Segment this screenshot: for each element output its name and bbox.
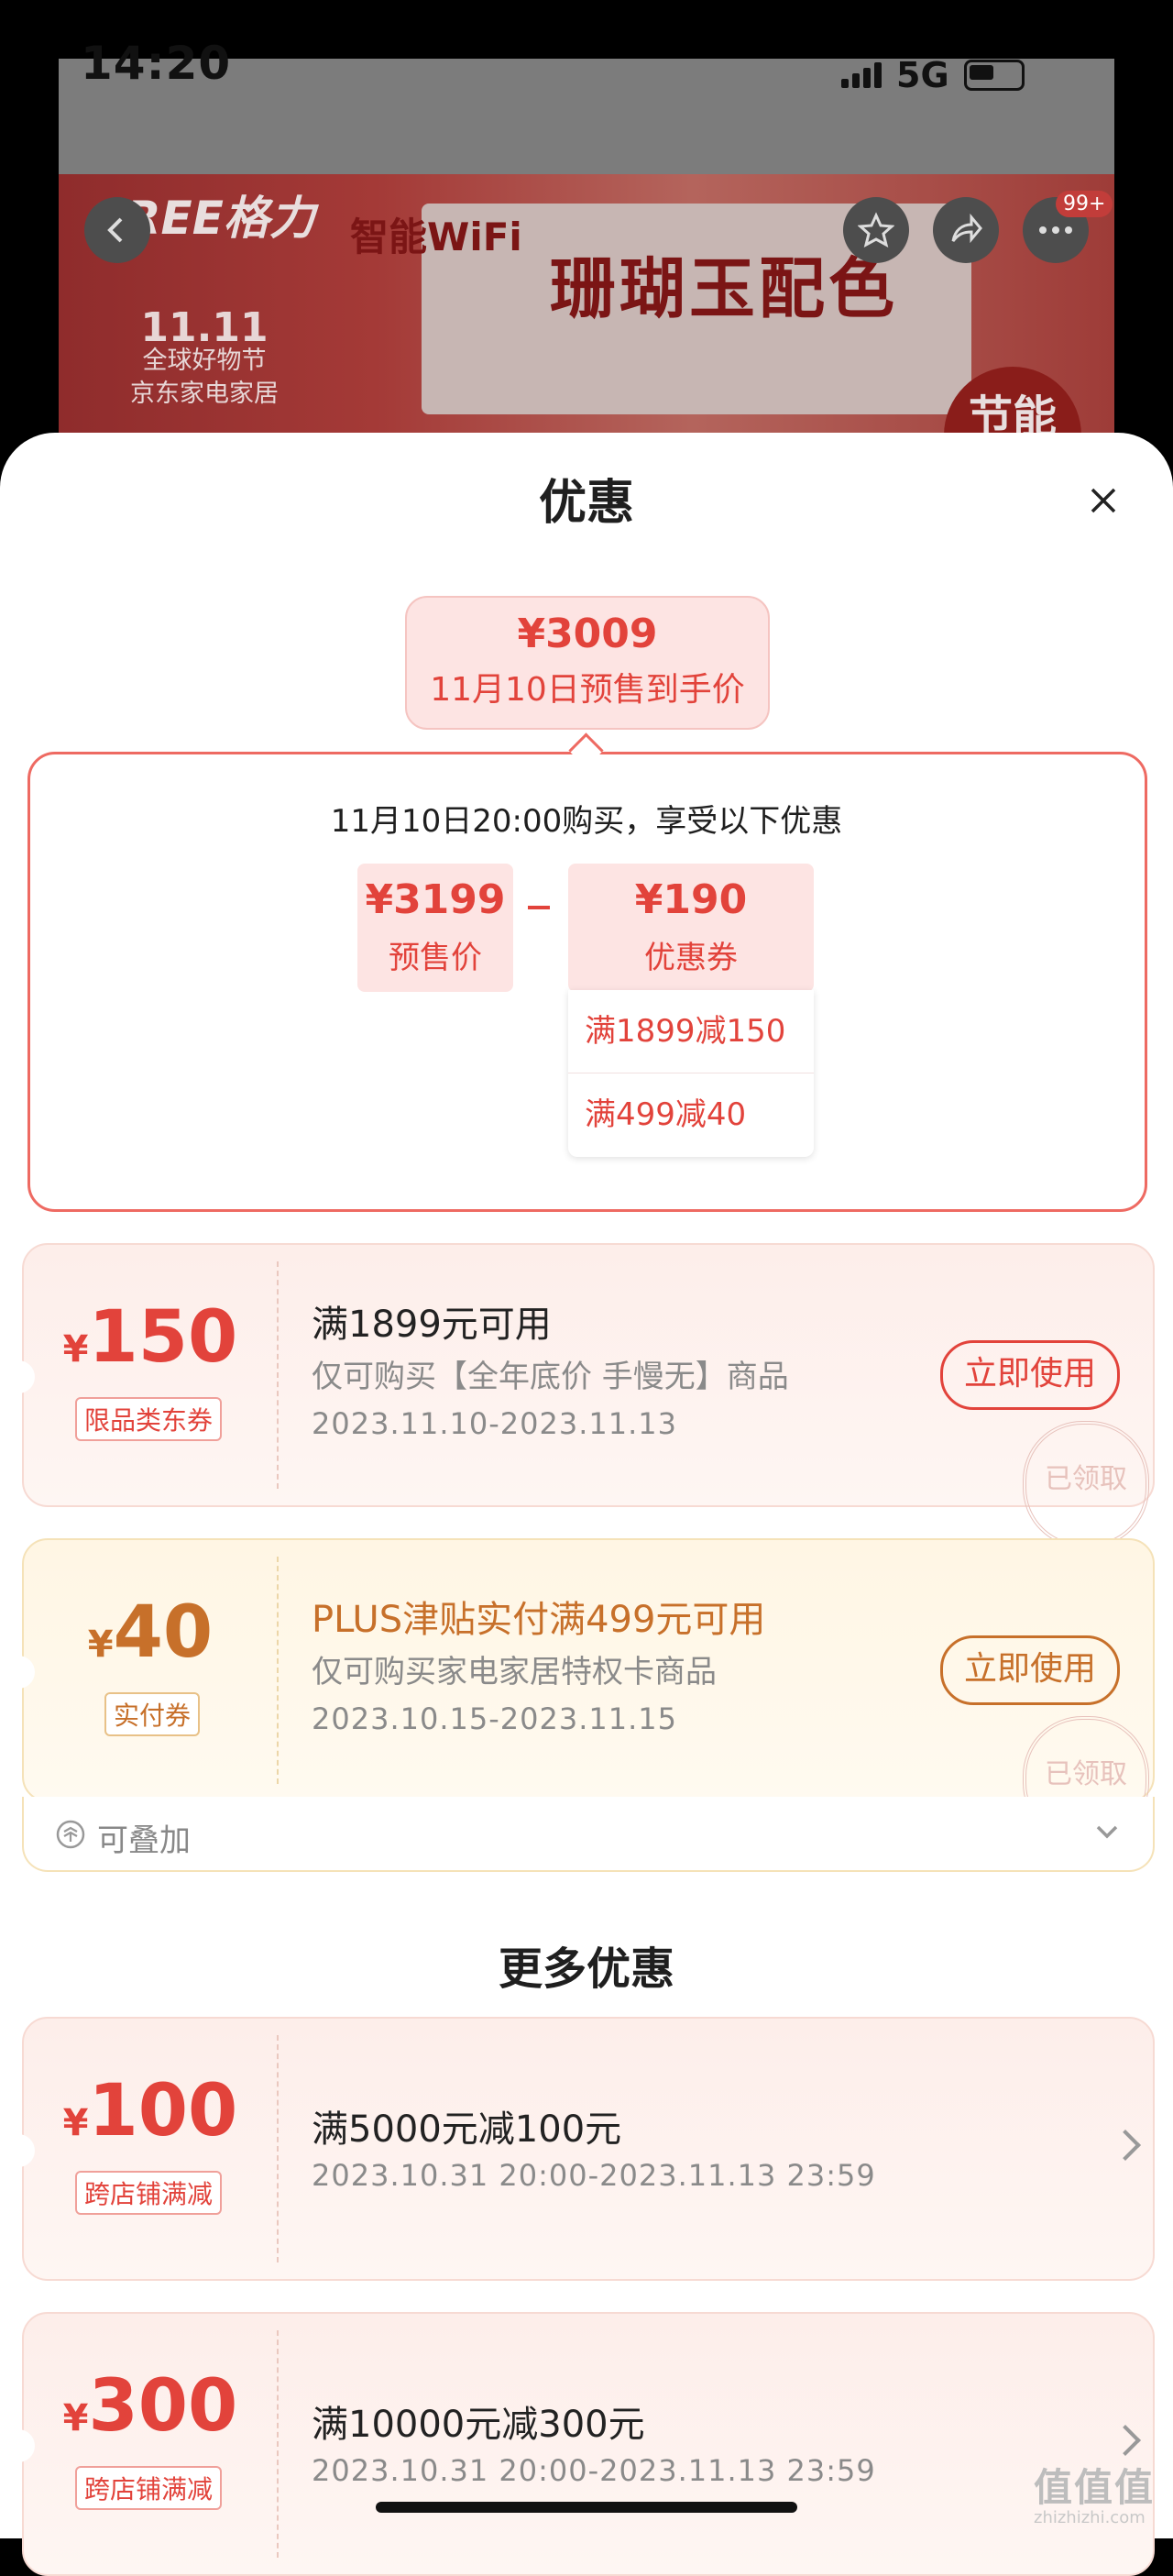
coupon-tag: 实付券 xyxy=(104,1692,201,1736)
stackable-label: 可叠加 xyxy=(97,1822,191,1859)
divider xyxy=(277,2035,279,2262)
coupon-total-label: 优惠券 xyxy=(644,940,738,976)
coupon-items-list: 满1899减150 满499减40 xyxy=(568,990,814,1157)
coupon-title: 满1899元可用 xyxy=(312,1304,552,1346)
divider xyxy=(277,1261,279,1489)
signal-icon xyxy=(841,62,882,88)
star-icon xyxy=(858,212,894,248)
amount-value: 40 xyxy=(113,1591,214,1674)
coupon-total: ¥190 xyxy=(634,876,748,923)
currency-symbol: ¥ xyxy=(62,1328,89,1371)
presale-price: ¥3199 xyxy=(365,876,506,923)
status-indicators: 5G xyxy=(841,55,1025,95)
use-now-button[interactable]: 立即使用 xyxy=(940,1635,1120,1705)
offer-card[interactable]: ¥100 跨店铺满减 满5000元减100元 2023.10.31 20:00-… xyxy=(9,2017,1155,2281)
coupon-date: 2023.10.15-2023.11.15 xyxy=(312,1701,677,1736)
coupon-title: PLUS津贴实付满499元可用 xyxy=(312,1599,766,1641)
minus-sign xyxy=(528,906,550,909)
close-button[interactable] xyxy=(1083,480,1124,521)
final-price-pill: ¥3009 11月10日预售到手价 xyxy=(405,596,770,730)
amount-value: 300 xyxy=(88,2365,238,2448)
coupon-amount: ¥150 xyxy=(24,1296,277,1379)
notification-badge: 99+ xyxy=(1056,191,1113,217)
coupon-amount: ¥40 xyxy=(24,1591,277,1674)
amount-value: 100 xyxy=(88,2070,238,2152)
presale-price-box: ¥3199 预售价 xyxy=(357,864,513,992)
close-icon xyxy=(1091,488,1116,513)
currency-symbol: ¥ xyxy=(62,2397,89,2439)
chevron-down-icon xyxy=(1096,1825,1118,1839)
stack-icon xyxy=(56,1820,85,1849)
chevron-left-icon xyxy=(107,217,123,243)
share-icon xyxy=(951,213,982,244)
offer-date: 2023.10.31 20:00-2023.11.13 23:59 xyxy=(312,2158,876,2193)
offer-date: 2023.10.31 20:00-2023.11.13 23:59 xyxy=(312,2453,876,2488)
offer-title: 满10000元减300元 xyxy=(312,2404,645,2446)
offer-amount: ¥100 xyxy=(24,2070,277,2152)
promo-line1: 全球好物节 xyxy=(142,347,267,375)
offer-title: 满5000元减100元 xyxy=(312,2108,622,2151)
sheet-title: 优惠 xyxy=(538,476,634,531)
more-offers-title: 更多优惠 xyxy=(498,1943,674,1995)
claimed-stamp: 已领取 xyxy=(1023,1421,1149,1547)
offer-amount: ¥300 xyxy=(24,2365,277,2448)
battery-icon xyxy=(963,60,1025,91)
use-now-button[interactable]: 立即使用 xyxy=(940,1340,1120,1410)
network-type: 5G xyxy=(896,55,949,95)
stackable-row[interactable]: 可叠加 xyxy=(22,1797,1155,1872)
more-dots-icon xyxy=(1039,226,1072,234)
favorite-button[interactable] xyxy=(843,197,909,263)
watermark: 值值值 xyxy=(1034,2465,1156,2510)
coupon-total-box: ¥190 优惠券 xyxy=(568,864,814,992)
back-button[interactable] xyxy=(84,197,150,263)
chevron-right-icon xyxy=(1110,2425,1141,2456)
offer-tag: 跨店铺满减 xyxy=(75,2466,223,2510)
promo-line2: 京东家电家居 xyxy=(130,380,279,408)
offer-card[interactable]: ¥300 跨店铺满减 满10000元减300元 2023.10.31 20:00… xyxy=(9,2312,1155,2576)
coupon-desc: 仅可购买家电家居特权卡商品 xyxy=(312,1654,717,1690)
feature-big: 珊瑚玉配色 xyxy=(550,250,899,327)
amount-value: 150 xyxy=(88,1296,238,1379)
coupon-card: ¥150 限品类东券 满1899元可用 仅可购买【全年底价 手慢无】商品 202… xyxy=(9,1243,1155,1547)
coupon-desc: 仅可购买【全年底价 手慢无】商品 xyxy=(312,1359,789,1395)
coupon-item: 满499减40 xyxy=(568,1073,814,1156)
promo-block: 11.11 全球好物节 京东家电家居 xyxy=(130,304,279,411)
final-price: ¥3009 xyxy=(517,611,658,657)
chevron-right-icon xyxy=(1110,2130,1141,2161)
currency-symbol: ¥ xyxy=(62,2102,89,2144)
watermark-url: zhizhizhi.com xyxy=(1034,2508,1146,2527)
divider xyxy=(277,1557,279,1784)
promo-title: 11.11 xyxy=(140,304,269,351)
feature-small: 智能WiFi xyxy=(350,215,522,259)
divider xyxy=(277,2330,279,2558)
coupon-card: ¥40 实付券 PLUS津贴实付满499元可用 仅可购买家电家居特权卡商品 20… xyxy=(9,1538,1155,1843)
share-button[interactable] xyxy=(933,197,999,263)
offer-tag: 跨店铺满减 xyxy=(75,2171,223,2215)
coupon-date: 2023.11.10-2023.11.13 xyxy=(312,1406,677,1441)
final-price-label: 11月10日预售到手价 xyxy=(430,671,745,709)
status-time: 14:20 xyxy=(81,37,232,90)
home-indicator[interactable] xyxy=(376,2502,797,2513)
presale-label: 预售价 xyxy=(389,940,482,976)
coupon-item: 满1899减150 xyxy=(585,1013,786,1050)
currency-symbol: ¥ xyxy=(87,1624,114,1666)
breakdown-heading: 11月10日20:00购买，享受以下优惠 xyxy=(330,803,843,840)
coupon-tag: 限品类东券 xyxy=(75,1397,223,1441)
